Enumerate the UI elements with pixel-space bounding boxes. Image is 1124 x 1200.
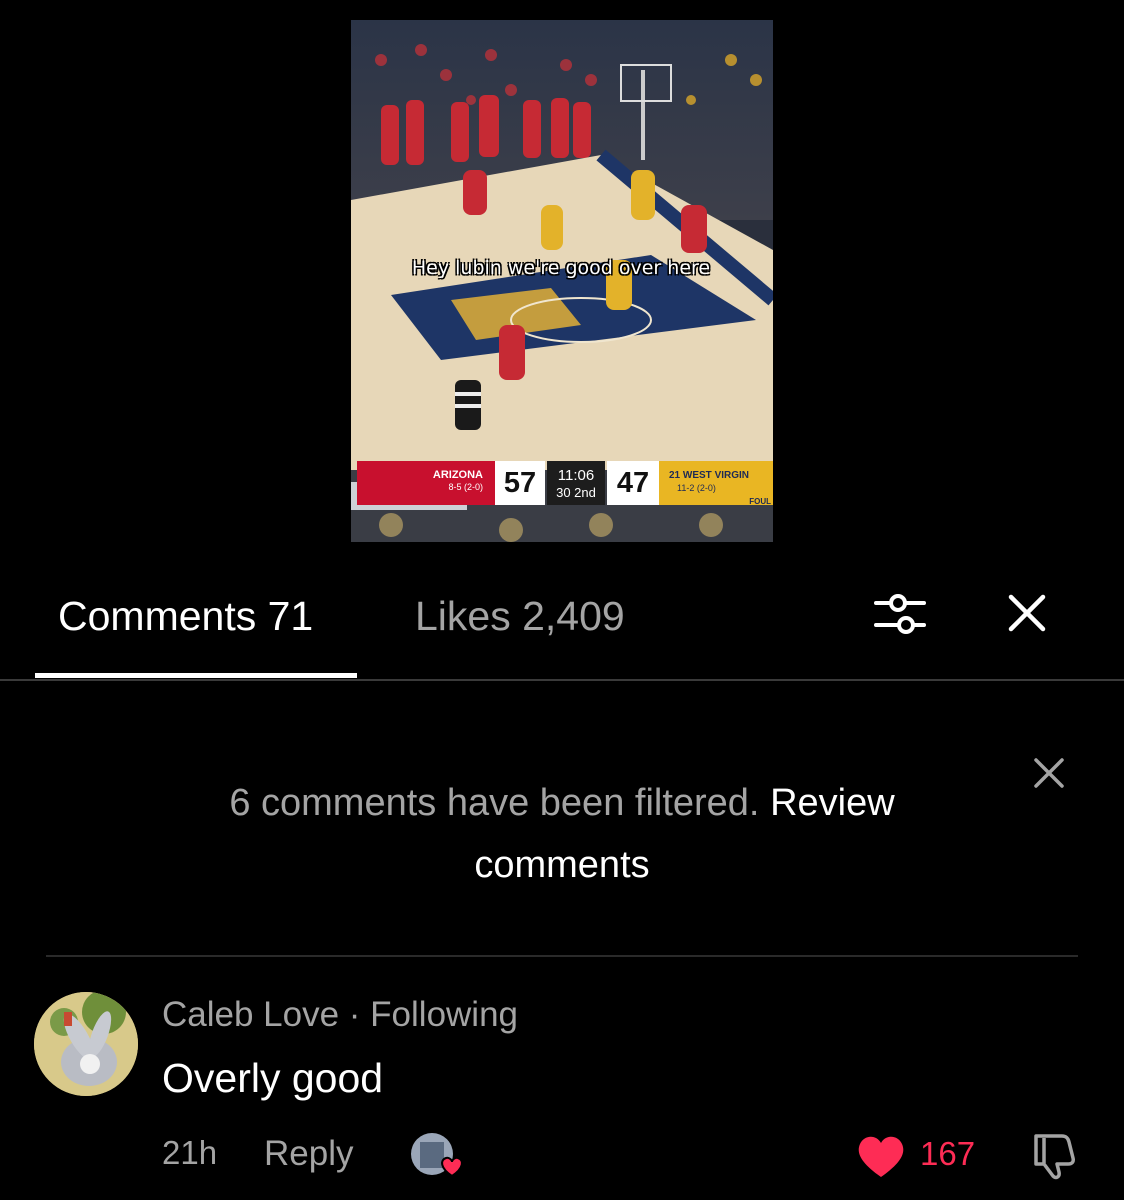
active-tab-indicator <box>35 673 357 678</box>
filtered-notice-text: 6 comments have been filtered. <box>229 782 771 824</box>
reply-button[interactable]: Reply <box>264 1134 353 1174</box>
comment-author[interactable]: Caleb Love · Following <box>162 995 518 1035</box>
home-team-record: 11-2 (2-0) <box>677 483 716 493</box>
home-fouls: FOUL <box>749 497 771 506</box>
home-team-name: 21 WEST VIRGIN <box>669 470 750 481</box>
tab-comments[interactable]: Comments 71 <box>58 592 313 640</box>
creator-liked-avatar <box>408 1132 466 1178</box>
thumbs-down-icon[interactable] <box>1026 1130 1080 1182</box>
tabs-divider <box>0 679 1124 681</box>
dismiss-notice-close-icon[interactable] <box>1028 752 1070 794</box>
home-team-panel: 47 21 WEST VIRGIN 11-2 (2-0) FOUL <box>607 461 773 506</box>
clock-time: 11:06 <box>557 467 595 484</box>
away-score: 57 <box>495 461 545 505</box>
video-caption: Hey lubin we're good over here <box>411 257 711 279</box>
tab-likes[interactable]: Likes 2,409 <box>415 592 625 640</box>
away-team-record: 8-5 (2-0) <box>448 482 483 492</box>
comment-timestamp: 21h <box>162 1134 218 1171</box>
filtered-comments-notice: 6 comments have been filtered. Review co… <box>140 772 984 896</box>
home-score: 47 <box>607 461 659 505</box>
game-clock: 11:06 30 2nd <box>547 461 605 505</box>
comment-like-count: 167 <box>920 1135 976 1172</box>
away-team-name: ARIZONA <box>432 469 483 481</box>
avatar[interactable] <box>34 992 138 1096</box>
close-icon[interactable] <box>1002 588 1052 638</box>
away-team-panel: ARIZONA 8-5 (2-0) 57 <box>357 461 545 505</box>
sliders-icon[interactable] <box>872 589 928 639</box>
comment-text: Overly good <box>162 1055 384 1101</box>
video-player[interactable]: Hey lubin we're good over here FOULS: 3 … <box>351 20 773 542</box>
heart-icon[interactable] <box>855 1133 907 1179</box>
section-divider <box>46 955 1078 957</box>
shot-clock-period: 30 2nd <box>556 485 596 500</box>
scorebug: FOULS: 3 ARIZONA 8-5 (2-0) 57 11:06 30 2… <box>351 460 773 512</box>
